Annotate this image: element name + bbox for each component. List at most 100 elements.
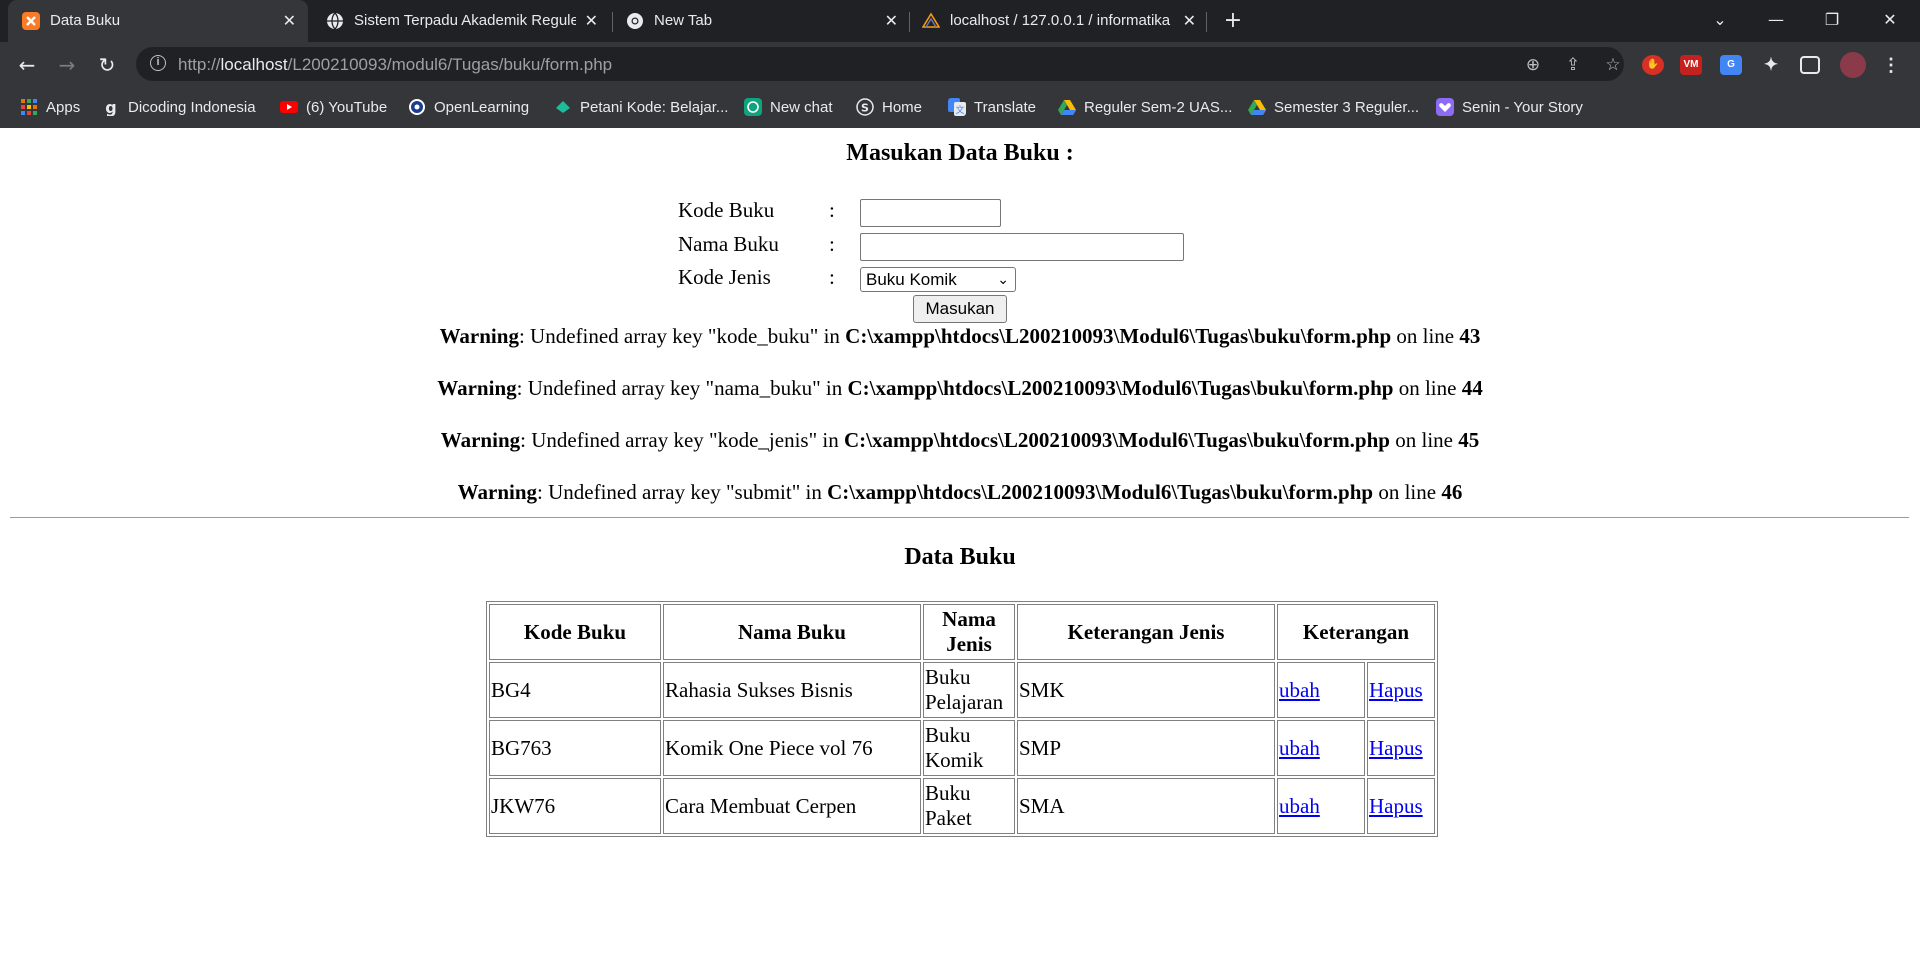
warning-path: C:\xampp\htdocs\L200210093\Modul6\Tugas\…: [844, 428, 1390, 452]
kode-jenis-select[interactable]: Buku Komik ⌄: [860, 267, 1016, 292]
warning-line-number: 43: [1459, 324, 1481, 348]
bookmark-label: Home: [882, 98, 923, 116]
hapus-link[interactable]: Hapus: [1369, 794, 1423, 818]
translate-extension-icon[interactable]: G: [1720, 55, 1742, 75]
restore-icon[interactable]: ❐: [1808, 0, 1856, 40]
bookmark-reguler-sem2[interactable]: Reguler Sem-2 UAS...: [1058, 96, 1232, 118]
bookmark-dicoding[interactable]: g Dicoding Indonesia: [102, 96, 255, 118]
ubah-link[interactable]: ubah: [1279, 736, 1320, 760]
warning-line-number: 45: [1458, 428, 1480, 452]
warning-label: Warning: [437, 376, 517, 400]
svg-text:g: g: [105, 98, 116, 116]
profile-avatar[interactable]: [1840, 52, 1866, 78]
svg-text:S: S: [861, 102, 869, 115]
warning-message: : Undefined array key "kode_buku" in: [518, 324, 846, 348]
share-icon[interactable]: ⇪: [1562, 54, 1584, 76]
openlearning-icon: [409, 99, 425, 115]
column-header-keterangan-jenis: Keterangan Jenis: [1017, 604, 1275, 660]
warning-message: : Undefined array key "kode_jenis" in: [520, 428, 845, 452]
cell-keterangan-jenis: SMA: [1017, 778, 1275, 834]
hapus-link[interactable]: Hapus: [1369, 678, 1423, 702]
forward-icon[interactable]: →: [53, 51, 81, 79]
address-bar[interactable]: i http://localhost/L200210093/modul6/Tug…: [136, 47, 1624, 81]
bookmark-new-chat[interactable]: New chat: [744, 96, 833, 118]
ubah-link[interactable]: ubah: [1279, 678, 1320, 702]
warning-label: Warning: [457, 480, 538, 504]
bookmark-star-icon[interactable]: ☆: [1602, 54, 1624, 76]
bookmark-youtube[interactable]: (6) YouTube: [280, 96, 387, 118]
nama-buku-input[interactable]: [860, 233, 1184, 261]
menu-icon[interactable]: ⋮: [1880, 55, 1902, 75]
warning-line-number: 46: [1441, 480, 1463, 504]
bookmark-openlearning[interactable]: OpenLearning: [408, 96, 529, 118]
warning-path: C:\xampp\htdocs\L200210093\Modul6\Tugas\…: [827, 480, 1374, 504]
warning-on-line: on line: [1393, 376, 1462, 400]
bookmark-label: OpenLearning: [434, 98, 530, 116]
table-row: BG4 Rahasia Sukses Bisnis Buku Pelajaran…: [489, 662, 1435, 718]
close-window-icon[interactable]: ✕: [1866, 0, 1914, 40]
bookmark-home[interactable]: S Home: [856, 96, 922, 118]
back-icon[interactable]: ←: [13, 51, 41, 79]
close-icon[interactable]: ✕: [885, 11, 898, 31]
browser-chrome: Data Buku ✕ Sistem Terpadu Akademik Regu…: [0, 0, 1920, 128]
tab-data-buku[interactable]: Data Buku ✕: [8, 0, 308, 42]
column-header-keterangan: Keterangan: [1277, 604, 1435, 660]
side-panel-icon[interactable]: [1800, 56, 1820, 74]
colon: :: [829, 265, 835, 289]
horizontal-rule: [10, 517, 1909, 518]
bookmark-label: (6) YouTube: [306, 98, 388, 116]
masukan-button[interactable]: Masukan: [913, 295, 1007, 323]
bookmark-label: Translate: [974, 98, 1036, 116]
tab-title: Sistem Terpadu Akademik Reguler: [354, 12, 576, 29]
new-tab-button[interactable]: +: [1220, 8, 1246, 34]
url-text[interactable]: http://localhost/L200210093/modul6/Tugas…: [178, 55, 612, 75]
bookmark-label: Apps: [46, 98, 81, 116]
close-icon[interactable]: ✕: [585, 11, 598, 31]
warning-line: Warning: Undefined array key "kode_buku"…: [0, 324, 1920, 349]
warning-label: Warning: [439, 324, 519, 348]
ubah-link[interactable]: ubah: [1279, 794, 1320, 818]
cell-hapus: Hapus: [1367, 778, 1435, 834]
cell-hapus: Hapus: [1367, 662, 1435, 718]
kode-buku-input[interactable]: [860, 199, 1001, 227]
colon: :: [829, 198, 835, 222]
vm-extension-icon[interactable]: VM: [1680, 55, 1702, 75]
bookmark-label: Reguler Sem-2 UAS...: [1084, 98, 1233, 116]
info-icon[interactable]: i: [150, 55, 166, 71]
tab-new-tab[interactable]: New Tab ✕: [612, 0, 910, 42]
tab-sistem-terpadu[interactable]: Sistem Terpadu Akademik Reguler ✕: [312, 0, 610, 42]
close-icon[interactable]: ✕: [283, 11, 296, 31]
phpmyadmin-icon: [922, 12, 940, 28]
globe-icon: [327, 12, 343, 30]
cell-nama-buku: Cara Membuat Cerpen: [663, 778, 921, 834]
kode-buku-label: Kode Buku: [678, 198, 775, 222]
apps-grid-icon: [21, 99, 37, 115]
cell-nama-jenis: Buku Paket: [923, 778, 1015, 834]
zoom-icon[interactable]: ⊕: [1522, 54, 1544, 76]
cell-kode-buku: BG4: [489, 662, 661, 718]
kode-jenis-label: Kode Jenis: [678, 265, 771, 289]
cell-ubah: ubah: [1277, 720, 1365, 776]
hapus-link[interactable]: Hapus: [1369, 736, 1423, 760]
bookmark-translate[interactable]: 文 Translate: [948, 96, 1036, 118]
minimize-icon[interactable]: —: [1752, 0, 1800, 40]
tab-separator: [1206, 12, 1207, 32]
bookmark-senin[interactable]: Senin - Your Story: [1436, 96, 1583, 118]
colon: :: [829, 232, 835, 256]
tab-search-icon[interactable]: ⌄: [1696, 0, 1744, 40]
extensions-puzzle-icon[interactable]: ✦: [1760, 55, 1782, 75]
bookmark-apps[interactable]: Apps: [20, 96, 80, 118]
cell-ubah: ubah: [1277, 778, 1365, 834]
kode-jenis-selected: Buku Komik: [866, 270, 957, 289]
tab-phpmyadmin[interactable]: localhost / 127.0.0.1 / informatika ✕: [908, 0, 1208, 42]
table-row: BG763 Komik One Piece vol 76 Buku Komik …: [489, 720, 1435, 776]
reload-icon[interactable]: ↻: [93, 51, 121, 79]
bookmark-semester3[interactable]: Semester 3 Reguler...: [1248, 96, 1419, 118]
adblock-extension-icon[interactable]: ✋: [1642, 55, 1664, 75]
close-icon[interactable]: ✕: [1183, 11, 1196, 31]
google-translate-icon: 文: [948, 98, 966, 116]
warning-path: C:\xampp\htdocs\L200210093\Modul6\Tugas\…: [847, 376, 1394, 400]
cell-kode-buku: BG763: [489, 720, 661, 776]
bookmark-label: Senin - Your Story: [1462, 98, 1583, 116]
bookmark-petanikode[interactable]: Petani Kode: Belajar...: [554, 96, 728, 118]
